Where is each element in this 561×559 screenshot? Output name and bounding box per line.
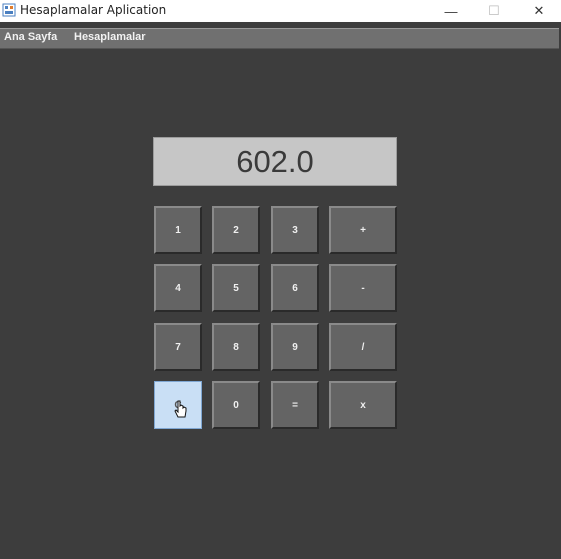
menu-item-hesaplamalar[interactable]: Hesaplamalar [74, 31, 146, 43]
key-9[interactable]: 9 [271, 323, 319, 371]
key-0[interactable]: 0 [212, 381, 260, 429]
key-5[interactable]: 5 [212, 264, 260, 312]
key-4[interactable]: 4 [154, 264, 202, 312]
maximize-button[interactable]: ☐ [471, 0, 517, 22]
title-bar: Hesaplamalar Aplication — ☐ ✕ [0, 0, 561, 22]
menu-item-ana-sayfa[interactable]: Ana Sayfa [4, 31, 57, 43]
window-title: Hesaplamalar Aplication [20, 3, 167, 17]
key-8[interactable]: 8 [212, 323, 260, 371]
key-2[interactable]: 2 [212, 206, 260, 254]
key-multiply[interactable]: x [329, 381, 397, 429]
key-3[interactable]: 3 [271, 206, 319, 254]
key-plus[interactable]: + [329, 206, 397, 254]
key-minus[interactable]: - [329, 264, 397, 312]
calculator-display: 602.0 [153, 137, 397, 186]
key-7[interactable]: 7 [154, 323, 202, 371]
app-icon [2, 3, 16, 17]
mouse-cursor-icon [174, 400, 187, 418]
close-button[interactable]: ✕ [516, 0, 561, 22]
key-equals[interactable]: = [271, 381, 319, 429]
minimize-button[interactable]: — [428, 0, 474, 22]
key-divide[interactable]: / [329, 323, 397, 371]
key-6[interactable]: 6 [271, 264, 319, 312]
key-1[interactable]: 1 [154, 206, 202, 254]
menu-bar: Ana Sayfa Hesaplamalar [0, 28, 559, 49]
